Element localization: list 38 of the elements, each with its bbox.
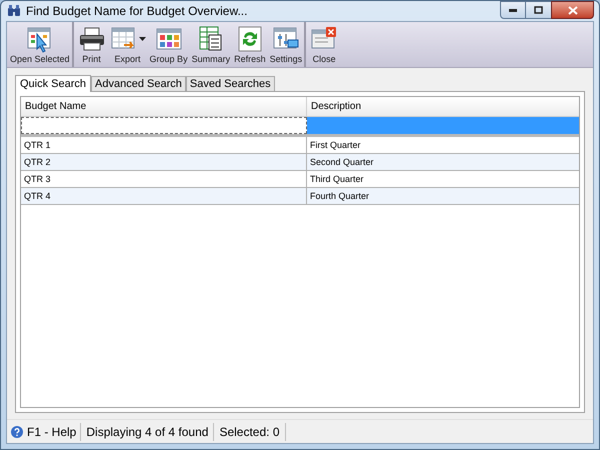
minimize-button[interactable] [500, 1, 526, 19]
toolbar-button[interactable]: Export [108, 22, 148, 67]
table-cell: QTR 4 [21, 188, 307, 204]
tab[interactable]: Advanced Search [91, 76, 186, 91]
filter-field[interactable] [21, 117, 307, 134]
table-cell: QTR 1 [21, 137, 307, 153]
window-title: Find Budget Name for Budget Overview... [26, 3, 248, 20]
table-cell-text: First Quarter [309, 139, 362, 152]
toolbar-button[interactable]: Open Selected [8, 22, 74, 67]
toolbar-button[interactable]: Refresh [232, 22, 268, 67]
maximize-button[interactable] [526, 1, 551, 19]
printer-icon [78, 25, 106, 53]
tab[interactable]: Saved Searches [186, 76, 275, 91]
toolbar-button[interactable]: Close [308, 22, 340, 67]
toolbar-button[interactable]: Summary [190, 22, 232, 67]
caret-icon [138, 37, 146, 41]
selected-count: Selected: 0 [214, 422, 286, 440]
table-cell-text: Third Quarter [309, 173, 365, 186]
table-cell: QTR 2 [21, 154, 307, 170]
help-icon [11, 426, 23, 438]
table-cell: QTR 3 [21, 171, 307, 187]
tab[interactable]: Quick Search [15, 75, 92, 92]
minimize-icon [509, 8, 517, 12]
column-header[interactable]: Description [307, 97, 579, 116]
close-icon [568, 6, 578, 14]
column-header[interactable]: Budget Name [21, 97, 307, 116]
toolbar-button[interactable]: Settings [268, 22, 306, 67]
table-cell-text: Second Quarter [309, 156, 375, 169]
help-hint: F1 - Help [27, 424, 76, 440]
filter-field[interactable] [307, 117, 579, 134]
refresh-icon [236, 25, 264, 53]
table-cell-text: Fourth Quarter [309, 190, 370, 203]
close-button[interactable] [551, 1, 594, 19]
toolbar-button[interactable]: Group By [148, 22, 190, 67]
maximize-icon [534, 6, 543, 14]
binoculars-icon [7, 5, 21, 17]
result-count: Displaying 4 of 4 found [81, 422, 214, 440]
toolbar-button[interactable]: Print [76, 22, 108, 67]
